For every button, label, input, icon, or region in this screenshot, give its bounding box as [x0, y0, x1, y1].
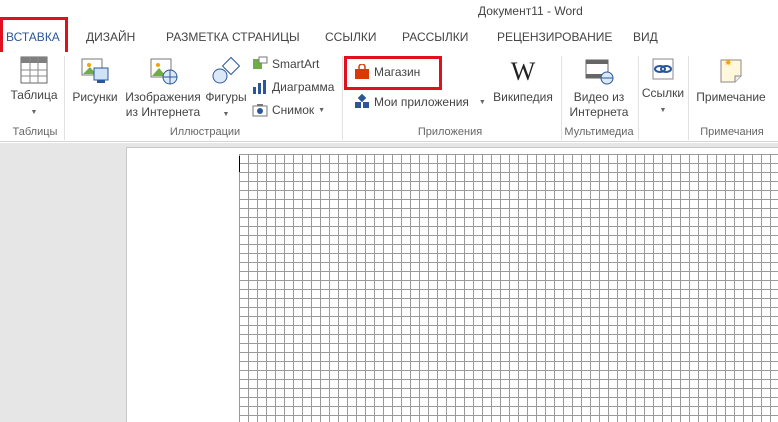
- my-apps-label: Мои приложения: [374, 95, 469, 109]
- chart-label: Диаграмма: [272, 80, 335, 94]
- group-label-comments: Примечания: [700, 126, 764, 138]
- table-button[interactable]: Таблица ▼: [8, 56, 60, 120]
- chevron-down-icon: ▼: [478, 98, 486, 106]
- shapes-label: Фигуры: [205, 90, 247, 104]
- group-divider: [688, 56, 689, 140]
- links-label: Ссылки: [641, 86, 685, 100]
- chevron-down-icon: ▼: [318, 106, 326, 114]
- document-area[interactable]: [0, 143, 778, 422]
- wikipedia-label: Википедия: [493, 90, 553, 104]
- smartart-icon: [253, 56, 268, 69]
- group-divider: [638, 56, 639, 140]
- tab-design[interactable]: ДИЗАЙН: [86, 30, 135, 44]
- online-video-label-line1: Видео из: [573, 90, 625, 104]
- chart-button[interactable]: Диаграмма: [252, 79, 334, 95]
- store-highlight-box: [344, 56, 442, 90]
- pictures-label: Рисунки: [72, 90, 118, 104]
- document-title: Документ11 - Word: [478, 4, 583, 18]
- title-bar: Документ11 - Word: [0, 0, 778, 22]
- chart-icon: [253, 80, 266, 94]
- screenshot-label: Снимок: [272, 103, 315, 117]
- table-icon: [20, 56, 48, 84]
- tab-page-layout[interactable]: РАЗМЕТКА СТРАНИЦЫ: [166, 30, 300, 44]
- online-pictures-label-line1: Изображения: [125, 90, 201, 104]
- tab-references[interactable]: ССЫЛКИ: [325, 30, 376, 44]
- online-pictures-icon: [150, 58, 178, 85]
- table-label: Таблица: [10, 88, 58, 102]
- chevron-down-icon: ▼: [222, 111, 230, 118]
- group-label-illustrations: Иллюстрации: [169, 126, 241, 138]
- tab-review[interactable]: РЕЦЕНЗИРОВАНИЕ: [497, 30, 612, 44]
- online-video-icon: [585, 59, 614, 85]
- wikipedia-icon: W: [510, 57, 536, 86]
- screenshot-icon: [252, 104, 268, 117]
- online-video-label-line2: Интернета: [569, 105, 629, 119]
- screenshot-button[interactable]: Снимок ▼: [252, 102, 325, 118]
- pictures-icon: [81, 58, 109, 83]
- group-label-tables: Таблицы: [12, 126, 58, 138]
- shapes-icon: [212, 56, 241, 84]
- pictures-button[interactable]: Рисунки: [70, 56, 120, 105]
- my-apps-icon: [355, 94, 369, 108]
- my-apps-button[interactable]: Мои приложения ▼: [354, 94, 486, 110]
- chevron-down-icon: ▼: [30, 109, 38, 116]
- online-pictures-button[interactable]: Изображения из Интернета: [124, 56, 202, 120]
- shapes-button[interactable]: Фигуры ▼: [203, 56, 249, 122]
- group-divider: [64, 56, 65, 140]
- group-label-apps: Приложения: [417, 126, 483, 138]
- svg-text:✷: ✷: [724, 58, 732, 69]
- chevron-down-icon: ▼: [659, 107, 667, 114]
- comment-button[interactable]: ✷ Примечание: [690, 56, 772, 105]
- online-pictures-label-line2: из Интернета: [125, 105, 201, 119]
- document-page[interactable]: [126, 147, 778, 422]
- tab-view[interactable]: ВИД: [633, 30, 658, 44]
- online-video-button[interactable]: Видео из Интернета: [566, 56, 632, 120]
- tab-insert-label[interactable]: ВСТАВКА: [6, 30, 60, 44]
- tab-mailings[interactable]: РАССЫЛКИ: [402, 30, 468, 44]
- links-button[interactable]: Ссылки ▼: [640, 56, 686, 118]
- ribbon-tabs: ВСТАВКА ДИЗАЙН РАЗМЕТКА СТРАНИЦЫ ССЫЛКИ …: [0, 22, 778, 52]
- smartart-label: SmartArt: [272, 57, 320, 71]
- group-label-media: Мультимедиа: [564, 126, 634, 138]
- comment-icon: ✷: [720, 58, 742, 83]
- text-cursor: [239, 156, 240, 172]
- page-gridlines: [239, 154, 778, 422]
- smartart-button[interactable]: SmartArt: [252, 56, 319, 72]
- links-icon: [652, 58, 674, 80]
- wikipedia-button[interactable]: W Википедия: [492, 58, 554, 105]
- comment-label: Примечание: [696, 90, 766, 104]
- group-divider: [342, 56, 343, 140]
